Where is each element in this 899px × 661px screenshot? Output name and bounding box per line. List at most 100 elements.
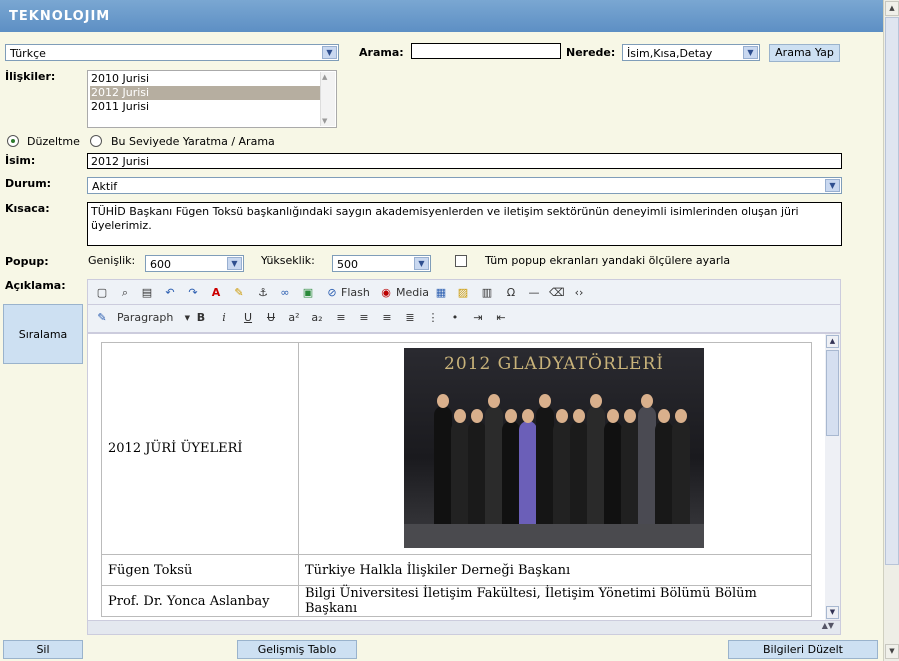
italic-icon[interactable]: i [217, 311, 231, 325]
ordered-list-icon[interactable]: ⋮ [426, 311, 440, 325]
list-item[interactable]: 2010 Jurisi [90, 72, 321, 86]
photo-person [553, 421, 571, 526]
photo-person [672, 421, 690, 526]
language-value: Türkçe [10, 47, 46, 60]
language-select[interactable]: Türkçe ▼ [5, 44, 339, 61]
where-value: İsim,Kısa,Detay [627, 47, 713, 60]
align-right-icon[interactable]: ≡ [380, 311, 394, 325]
flash-label[interactable]: Flash [341, 285, 370, 301]
table-icon[interactable]: ▦ [434, 286, 448, 300]
photo-person-head [675, 409, 687, 423]
special-char-icon[interactable]: Ω [504, 286, 518, 300]
html-icon[interactable]: ‹› [572, 286, 586, 300]
table-cell-header: 2012 JÜRİ ÜYELERİ [101, 342, 299, 555]
delete-button[interactable]: Sil [3, 640, 83, 659]
relations-label: İlişkiler: [5, 70, 56, 83]
scroll-up-icon[interactable]: ▲ [885, 1, 899, 16]
list-scrollbar[interactable]: ▲ ▼ [320, 72, 335, 126]
edit-icon[interactable]: ✎ [95, 311, 109, 325]
list-item-selected[interactable]: 2012 Jurisi [90, 86, 321, 100]
scrollbar-thumb[interactable] [885, 17, 899, 565]
justify-icon[interactable]: ≣ [403, 311, 417, 325]
highlight-icon[interactable]: ✎ [232, 286, 246, 300]
subscript-icon[interactable]: a₂ [310, 311, 324, 325]
list-item[interactable]: 2011 Jurisi [90, 100, 321, 114]
align-center-icon[interactable]: ≡ [357, 311, 371, 325]
image-icon[interactable]: ▣ [301, 286, 315, 300]
name-input[interactable]: 2012 Jurisi [87, 153, 842, 169]
outdent-icon[interactable]: ⇤ [494, 311, 508, 325]
anchor-icon[interactable]: ⚓ [256, 286, 270, 300]
width-label: Genişlik: [88, 254, 136, 267]
link-icon[interactable]: ∞ [278, 286, 292, 300]
photo-person [587, 406, 605, 526]
table-edit-icon[interactable]: ▨ [456, 286, 470, 300]
photo-person-head [573, 409, 585, 423]
photo-person [621, 421, 639, 526]
width-select[interactable]: 600 ▼ [145, 255, 244, 272]
member-name: Fügen Toksü [101, 554, 299, 586]
scroll-up-icon[interactable]: ▲ [322, 73, 327, 81]
page-scrollbar[interactable]: ▲ ▼ [883, 0, 899, 661]
scroll-up-icon[interactable]: ▲ [826, 335, 839, 348]
photo-person [451, 421, 469, 526]
photo-person [485, 406, 503, 526]
chevron-down-icon: ▼ [414, 257, 429, 270]
short-label: Kısaca: [5, 202, 50, 215]
create-mode-radio[interactable] [90, 135, 102, 147]
align-left-icon[interactable]: ≡ [334, 311, 348, 325]
photo-person-head [641, 394, 653, 408]
photo-title: 2012 GLADYATÖRLERİ [444, 354, 664, 374]
edit-mode-radio[interactable] [7, 135, 19, 147]
paste-icon[interactable]: ▤ [140, 286, 154, 300]
height-select[interactable]: 500 ▼ [332, 255, 431, 272]
search-input[interactable] [411, 43, 561, 59]
horizontal-rule-icon[interactable]: — [527, 286, 541, 300]
flash-icon[interactable]: ⊘ [325, 286, 339, 300]
media-icon[interactable]: ◉ [379, 286, 393, 300]
scrollbar-thumb[interactable] [826, 350, 839, 436]
relations-list[interactable]: 2010 Jurisi 2012 Jurisi 2011 Jurisi ▲ ▼ [87, 70, 337, 128]
search-button[interactable]: Arama Yap [769, 44, 840, 62]
photo-person-head [471, 409, 483, 423]
find-icon[interactable]: ⌕ [118, 286, 132, 300]
photo-person-head [556, 409, 568, 423]
resize-icon[interactable]: ▲▼ [822, 621, 834, 630]
sort-button[interactable]: Sıralama [3, 304, 83, 364]
height-value: 500 [337, 258, 358, 271]
photo-person-head [539, 394, 551, 408]
template-icon[interactable]: ▥ [480, 286, 494, 300]
photo-person [468, 421, 486, 526]
undo-icon[interactable]: ↶ [163, 286, 177, 300]
editor-content[interactable]: 2012 JÜRİ ÜYELERİ Fügen Toksü Türkiye Ha… [87, 333, 841, 621]
indent-icon[interactable]: ⇥ [471, 311, 485, 325]
where-select[interactable]: İsim,Kısa,Detay ▼ [622, 44, 760, 61]
editor-scrollbar[interactable]: ▲ ▼ [825, 334, 840, 620]
photo-person [655, 421, 673, 526]
strikethrough-icon[interactable]: U [264, 311, 278, 325]
bold-icon[interactable]: B [194, 311, 208, 325]
source-icon[interactable]: ▢ [95, 286, 109, 300]
chevron-down-icon: ▼ [743, 46, 758, 59]
status-select[interactable]: Aktif ▼ [87, 177, 842, 194]
short-textarea[interactable]: TÜHİD Başkanı Fügen Toksü başkanlığındak… [87, 202, 842, 246]
editor-toolbar-1: ▢ ⌕ ▤ ↶ ↷ A ✎ ⚓ ∞ ▣ ⊘ Flash ◉ Media ▦ ▨ … [87, 279, 841, 305]
unordered-list-icon[interactable]: • [448, 311, 462, 325]
popup-all-checkbox[interactable] [455, 255, 467, 267]
eraser-icon[interactable]: ⌫ [549, 286, 565, 300]
underline-icon[interactable]: U [241, 311, 255, 325]
update-button[interactable]: Bilgileri Düzelt [728, 640, 878, 659]
popup-label: Popup: [5, 255, 49, 268]
media-label[interactable]: Media [396, 285, 429, 301]
redo-icon[interactable]: ↷ [186, 286, 200, 300]
chevron-down-icon: ▼ [825, 179, 840, 192]
superscript-icon[interactable]: a² [287, 311, 301, 325]
scroll-down-icon[interactable]: ▼ [322, 117, 327, 125]
status-value: Aktif [92, 180, 118, 193]
advanced-table-button[interactable]: Gelişmiş Tablo [237, 640, 357, 659]
member-title: Bilgi Üniversitesi İletişim Fakültesi, İ… [298, 585, 812, 617]
scroll-down-icon[interactable]: ▼ [885, 644, 899, 659]
format-select[interactable]: Paragraph ▼ [113, 310, 192, 326]
scroll-down-icon[interactable]: ▼ [826, 606, 839, 619]
text-color-icon[interactable]: A [209, 286, 223, 300]
